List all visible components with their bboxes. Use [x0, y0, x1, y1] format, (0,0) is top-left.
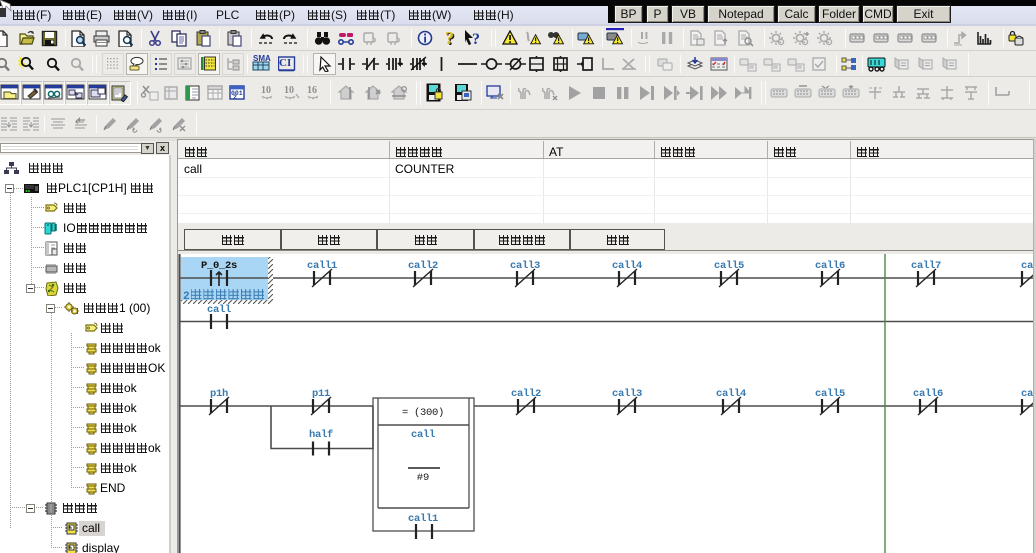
svg-text:call3: call3 — [612, 388, 642, 400]
svg-text:call6: call6 — [913, 388, 943, 400]
svg-text:call4: call4 — [716, 388, 746, 400]
svg-text:call7: call7 — [911, 260, 941, 272]
svg-text:call5: call5 — [815, 388, 845, 400]
svg-text:?: ? — [472, 31, 480, 47]
svg-text:16: 16 — [307, 85, 317, 96]
svg-text:#9: #9 — [417, 472, 430, 484]
svg-text:call6: call6 — [815, 260, 845, 272]
svg-text:p1h: p1h — [210, 388, 228, 400]
svg-text:call3: call3 — [510, 260, 540, 272]
svg-text:10: 10 — [261, 85, 271, 96]
svg-text:call2: call2 — [408, 260, 438, 272]
svg-text:CI: CI — [279, 57, 291, 69]
svg-text:half: half — [309, 429, 333, 441]
svg-text:10: 10 — [284, 85, 294, 96]
svg-text:2: 2 — [183, 291, 190, 303]
svg-text:?: ? — [445, 30, 454, 47]
svg-text:call1: call1 — [307, 260, 337, 272]
svg-text:call: call — [411, 429, 435, 441]
svg-text:call4: call4 — [612, 260, 642, 272]
svg-text:call1: call1 — [408, 513, 438, 525]
svg-text:call2: call2 — [511, 388, 541, 400]
svg-text:2: 2 — [233, 94, 237, 101]
svg-text:call5: call5 — [714, 260, 744, 272]
svg-text:p11: p11 — [312, 388, 330, 400]
svg-text:= (300): = (300) — [402, 407, 444, 419]
svg-text:P_0_2s: P_0_2s — [201, 260, 237, 272]
